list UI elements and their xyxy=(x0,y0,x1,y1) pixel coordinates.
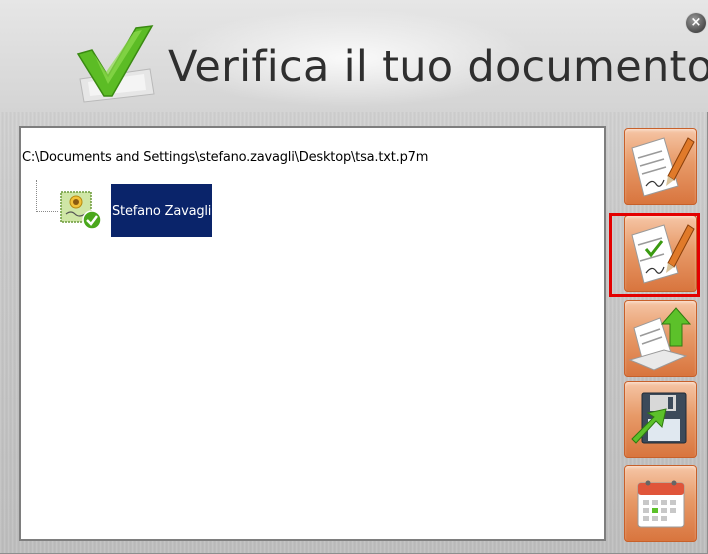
calendar-button[interactable] xyxy=(624,465,697,542)
signature-tree: C:\Documents and Settings\stefano.zavagl… xyxy=(19,126,606,541)
signer-name-label[interactable]: Stefano Zavagli xyxy=(111,184,213,237)
selected-button-highlight xyxy=(609,213,700,297)
tree-connector-horizontal xyxy=(36,211,58,212)
action-toolbar xyxy=(620,128,700,544)
dialog-title: Verifica il tuo documento xyxy=(168,42,708,92)
extract-document-icon xyxy=(628,307,692,371)
dialog-header: Verifica il tuo documento xyxy=(0,0,708,112)
save-document-button[interactable] xyxy=(624,381,697,458)
sign-document-icon xyxy=(631,137,695,197)
save-document-icon xyxy=(631,392,687,444)
verify-dialog: Verifica il tuo documento × C:\Documents… xyxy=(0,0,708,554)
file-path-node[interactable]: C:\Documents and Settings\stefano.zavagl… xyxy=(22,150,428,165)
checkmark-logo-icon xyxy=(76,25,155,103)
sign-document-button[interactable] xyxy=(624,128,697,205)
certificate-valid-icon xyxy=(60,191,102,230)
close-icon[interactable]: × xyxy=(686,13,706,33)
tree-connector-vertical xyxy=(36,180,37,212)
signer-node[interactable]: Stefano Zavagli xyxy=(59,184,229,237)
extract-document-button[interactable] xyxy=(624,300,697,377)
calendar-icon xyxy=(637,480,685,528)
